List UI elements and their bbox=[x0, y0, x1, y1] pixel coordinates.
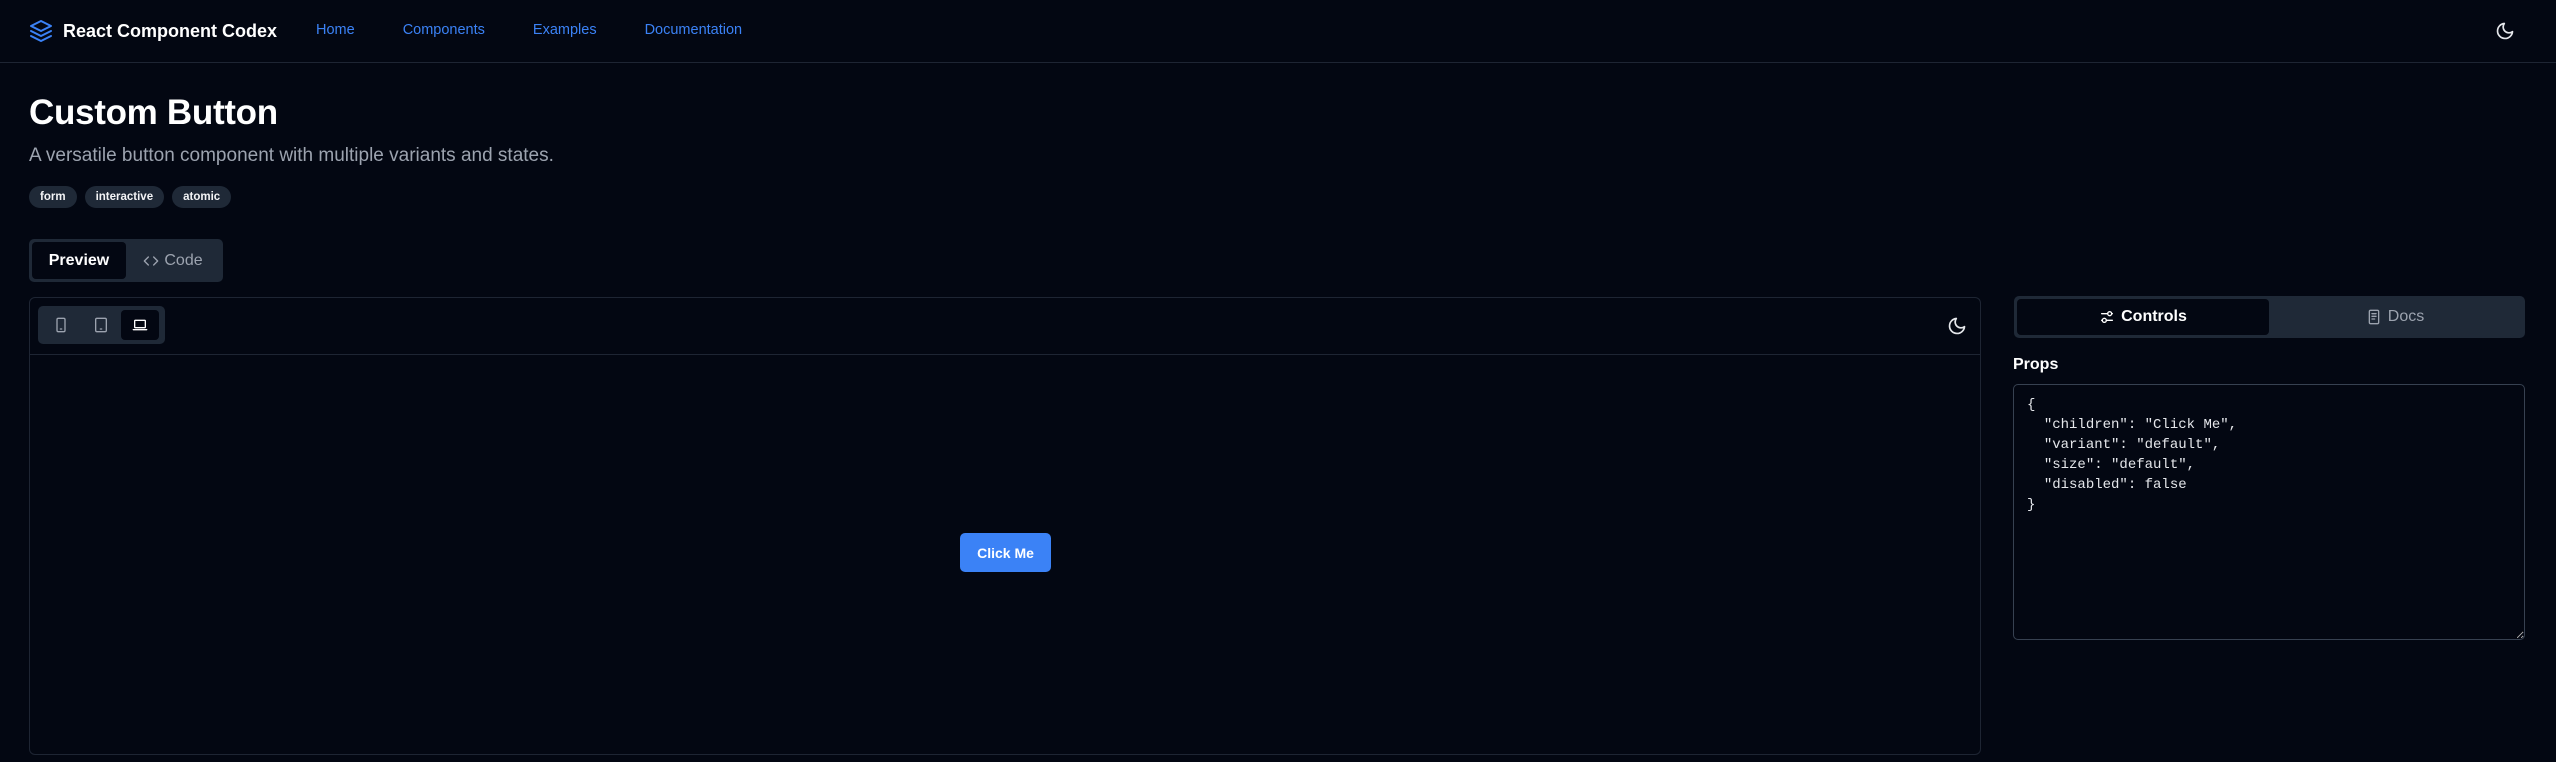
page-title: Custom Button bbox=[29, 93, 278, 132]
nav-link-examples[interactable]: Examples bbox=[533, 22, 597, 38]
document-icon bbox=[2368, 309, 2380, 325]
device-tablet-button[interactable] bbox=[82, 310, 120, 340]
tab-preview[interactable]: Preview bbox=[32, 242, 126, 279]
tab-controls[interactable]: Controls bbox=[2017, 299, 2269, 335]
main-nav: Home Components Examples Documentation bbox=[316, 22, 790, 38]
preview-toolbar bbox=[30, 298, 1980, 355]
props-heading: Props bbox=[2013, 356, 2059, 373]
preview-canvas: Click Me bbox=[30, 355, 1980, 755]
moon-icon[interactable] bbox=[2495, 21, 2515, 41]
tag-list: form interactive atomic bbox=[29, 186, 239, 208]
nav-link-components[interactable]: Components bbox=[403, 22, 485, 38]
top-navbar: React Component Codex Home Components Ex… bbox=[0, 0, 2556, 63]
device-switcher bbox=[38, 306, 165, 344]
props-json-editor[interactable]: { "children": "Click Me", "variant": "de… bbox=[2013, 384, 2525, 640]
mobile-icon bbox=[56, 317, 66, 333]
tab-docs[interactable]: Docs bbox=[2269, 299, 2521, 335]
device-mobile-button[interactable] bbox=[42, 310, 80, 340]
view-tabs: Preview Code bbox=[29, 239, 223, 282]
tag-badge: interactive bbox=[84, 186, 165, 208]
layers-icon bbox=[30, 20, 52, 42]
laptop-icon bbox=[132, 319, 148, 331]
sliders-icon bbox=[2101, 311, 2114, 323]
tab-code[interactable]: Code bbox=[126, 242, 220, 279]
code-icon bbox=[144, 255, 159, 266]
device-laptop-button[interactable] bbox=[121, 310, 160, 340]
nav-link-home[interactable]: Home bbox=[316, 22, 355, 38]
tablet-icon bbox=[94, 317, 107, 333]
preview-panel: Click Me bbox=[29, 297, 1981, 755]
brand[interactable]: React Component Codex bbox=[29, 19, 277, 43]
demo-click-me-button[interactable]: Click Me bbox=[960, 533, 1051, 572]
nav-link-documentation[interactable]: Documentation bbox=[645, 22, 743, 38]
tag-badge: form bbox=[29, 186, 77, 208]
moon-icon[interactable] bbox=[1947, 316, 1967, 336]
tab-controls-label: Controls bbox=[2121, 308, 2187, 325]
page-description: A versatile button component with multip… bbox=[29, 145, 554, 166]
tag-badge: atomic bbox=[172, 186, 232, 208]
tab-code-label: Code bbox=[164, 251, 203, 269]
brand-title: React Component Codex bbox=[63, 20, 278, 41]
tab-docs-label: Docs bbox=[2387, 308, 2425, 325]
side-tabs: Controls Docs bbox=[2014, 296, 2525, 338]
